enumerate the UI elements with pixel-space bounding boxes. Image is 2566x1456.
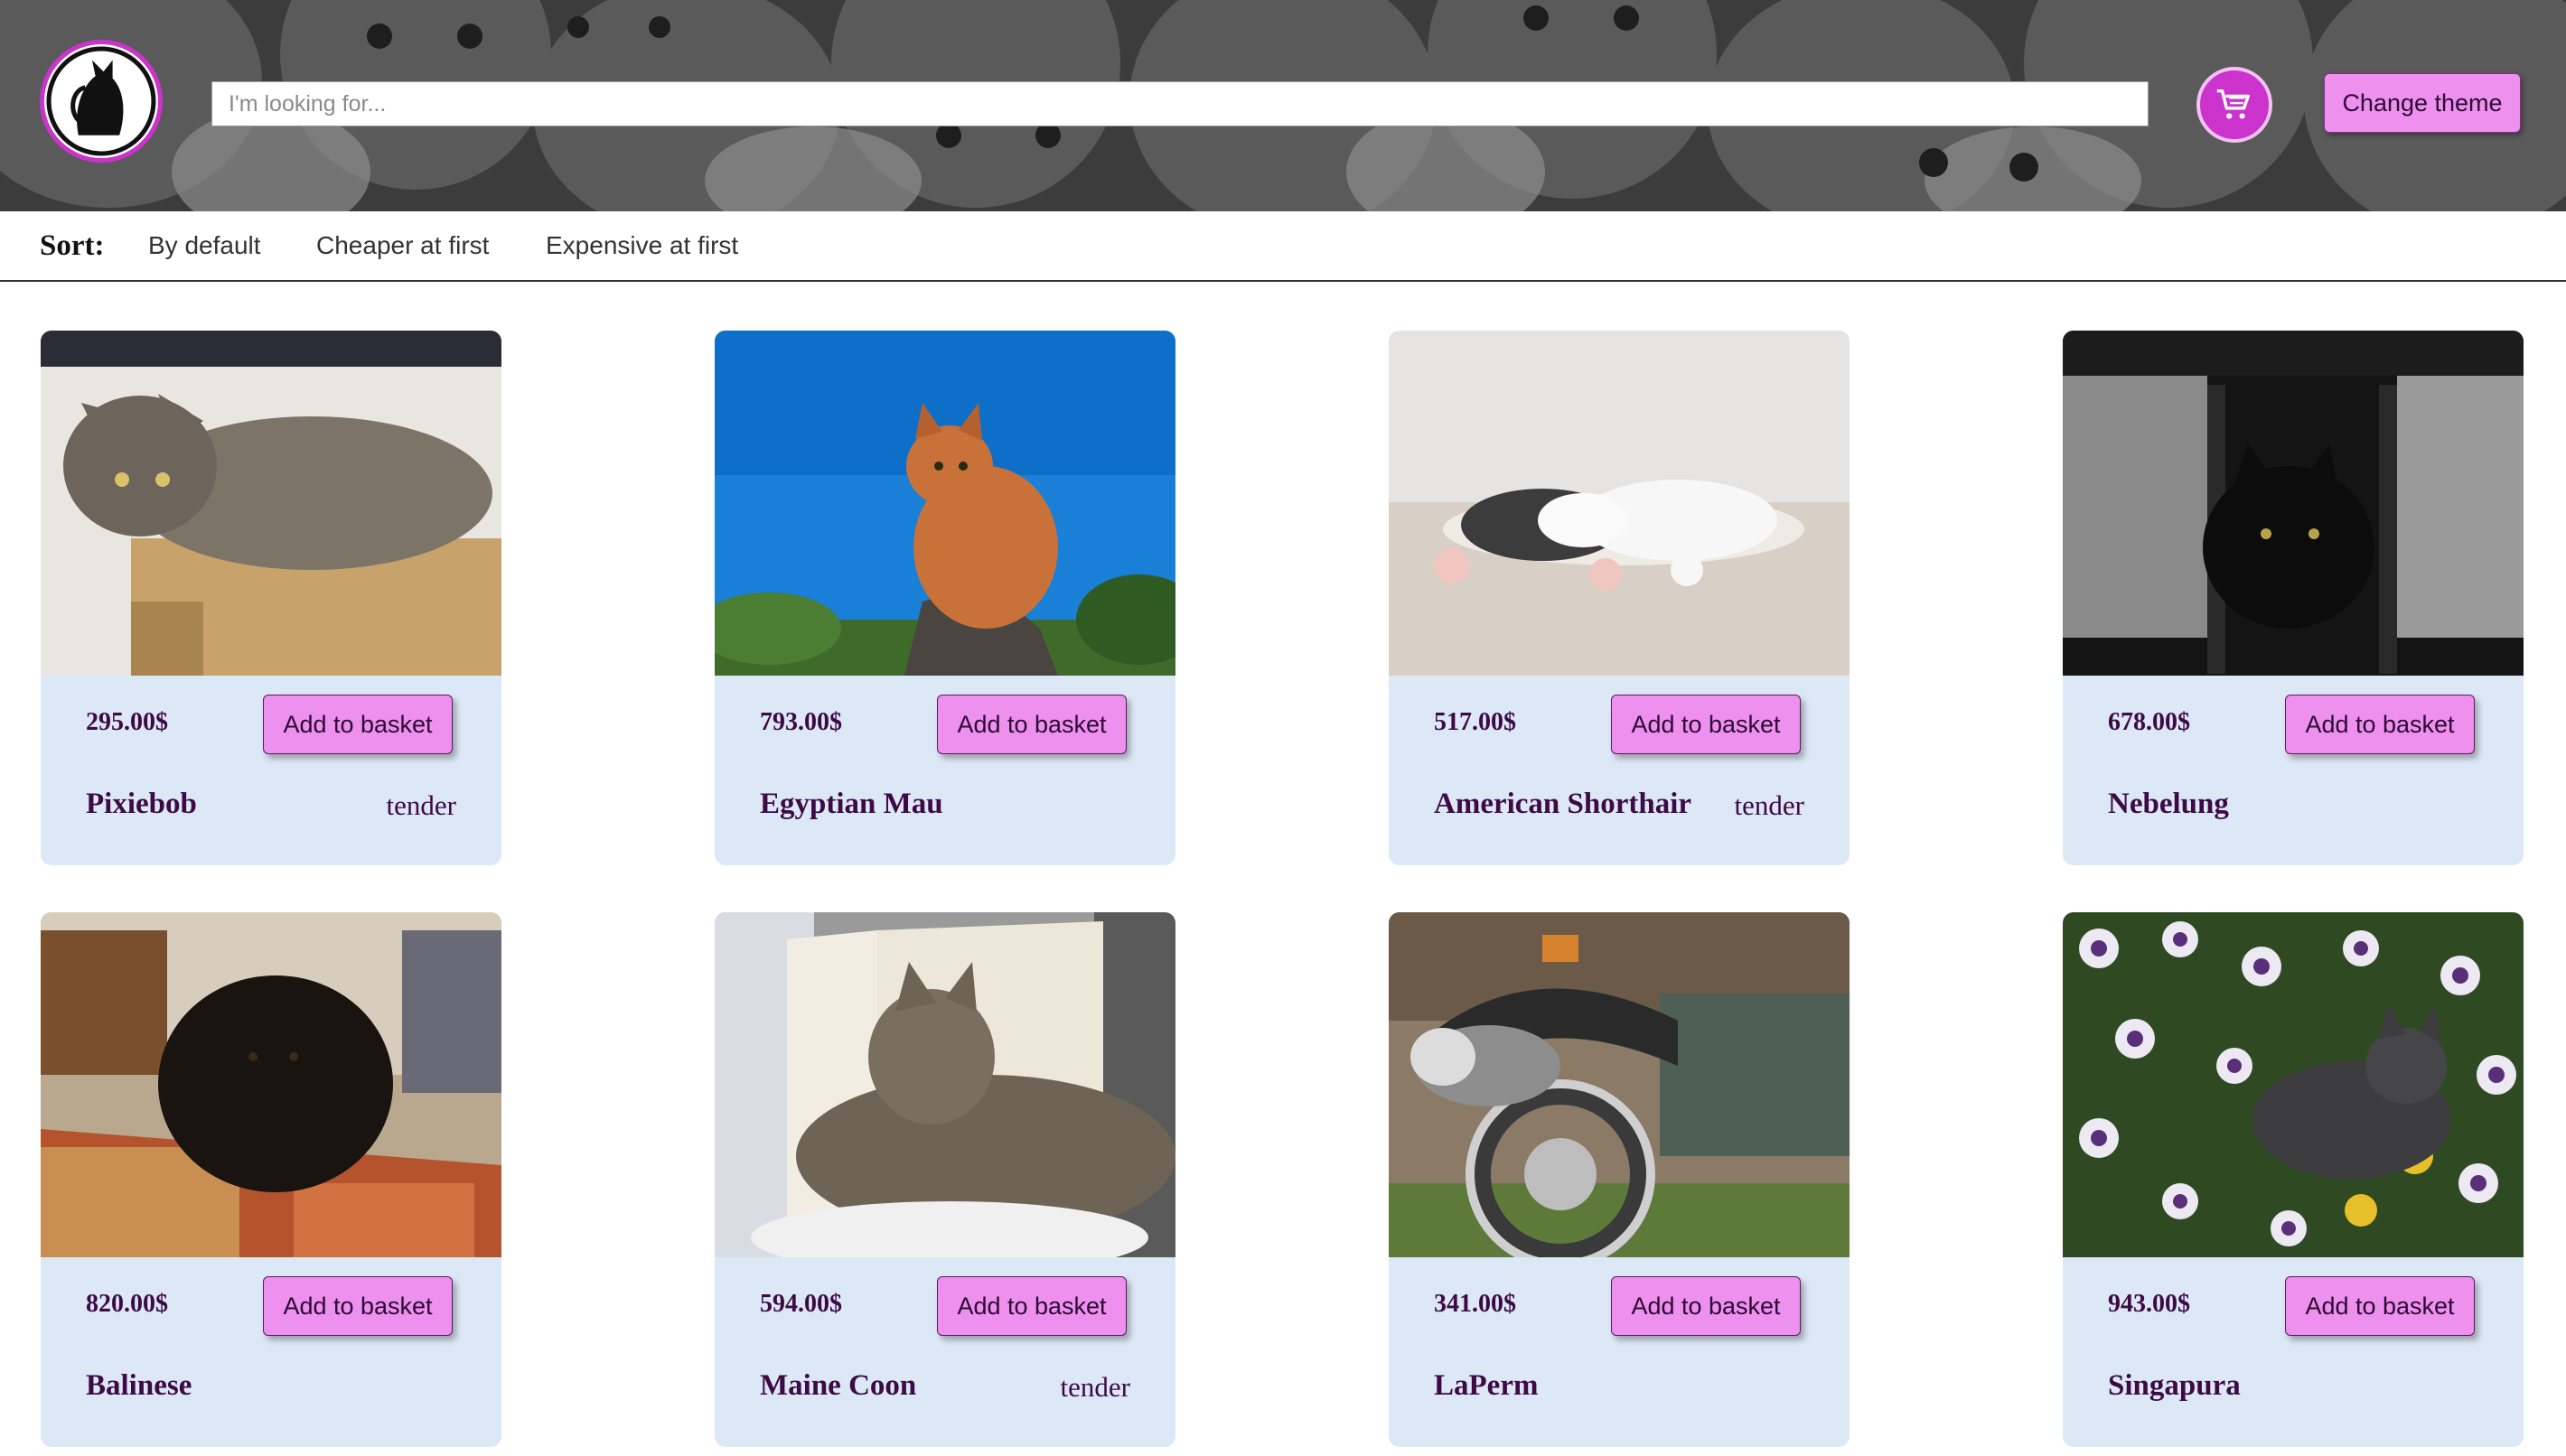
product-price: 295.00$ bbox=[86, 708, 168, 736]
add-to-basket-button[interactable]: Add to basket bbox=[1611, 1276, 1801, 1336]
product-card: 295.00$ Add to basket Pixiebob tender bbox=[41, 331, 501, 865]
header: Change theme bbox=[0, 0, 2566, 211]
product-price: 594.00$ bbox=[760, 1290, 842, 1318]
product-card: 341.00$ Add to basket LaPerm bbox=[1389, 912, 1850, 1447]
product-trait: tender bbox=[1060, 1371, 1130, 1403]
add-to-basket-button[interactable]: Add to basket bbox=[937, 1276, 1127, 1336]
add-to-basket-button[interactable]: Add to basket bbox=[937, 695, 1127, 754]
product-trait: tender bbox=[1734, 789, 1804, 821]
product-price: 678.00$ bbox=[2108, 708, 2190, 736]
sort-label: Sort: bbox=[40, 229, 105, 262]
search-input[interactable] bbox=[211, 81, 2149, 126]
product-photo bbox=[1389, 331, 1850, 676]
product-photo bbox=[715, 912, 1175, 1257]
product-card: 943.00$ Add to basket Singapura bbox=[2063, 912, 2524, 1447]
product-photo bbox=[41, 331, 501, 676]
product-card: 678.00$ Add to basket Nebelung bbox=[2063, 331, 2524, 865]
product-name: American Shorthair bbox=[1434, 788, 1692, 820]
cat-logo-icon[interactable] bbox=[40, 40, 163, 163]
product-name: Maine Coon bbox=[760, 1369, 917, 1402]
add-to-basket-button[interactable]: Add to basket bbox=[263, 1276, 453, 1336]
sort-option-cheaper[interactable]: Cheaper at first bbox=[316, 231, 489, 260]
product-name: LaPerm bbox=[1434, 1369, 1539, 1402]
product-price: 820.00$ bbox=[86, 1290, 168, 1318]
sort-option-expensive[interactable]: Expensive at first bbox=[546, 231, 738, 260]
product-photo bbox=[1389, 912, 1850, 1257]
product-card: 594.00$ Add to basket Maine Coon tender bbox=[715, 912, 1175, 1447]
product-card: 517.00$ Add to basket American Shorthair… bbox=[1389, 331, 1850, 865]
product-trait: tender bbox=[386, 789, 456, 821]
add-to-basket-button[interactable]: Add to basket bbox=[2285, 1276, 2475, 1336]
product-photo bbox=[2063, 331, 2524, 676]
product-price: 341.00$ bbox=[1434, 1290, 1516, 1318]
product-name: Balinese bbox=[86, 1369, 192, 1402]
shopping-cart-icon bbox=[2216, 89, 2251, 119]
add-to-basket-button[interactable]: Add to basket bbox=[1611, 695, 1801, 754]
add-to-basket-button[interactable]: Add to basket bbox=[2285, 695, 2475, 754]
product-price: 943.00$ bbox=[2108, 1290, 2190, 1318]
product-name: Nebelung bbox=[2108, 788, 2229, 820]
product-price: 517.00$ bbox=[1434, 708, 1516, 736]
product-name: Singapura bbox=[2108, 1369, 2241, 1402]
change-theme-button[interactable]: Change theme bbox=[2324, 73, 2521, 133]
product-name: Pixiebob bbox=[86, 788, 197, 820]
product-card: 793.00$ Add to basket Egyptian Mau bbox=[715, 331, 1175, 865]
product-photo bbox=[41, 912, 501, 1257]
product-photo bbox=[715, 331, 1175, 676]
sort-option-default[interactable]: By default bbox=[148, 231, 261, 260]
product-photo bbox=[2063, 912, 2524, 1257]
add-to-basket-button[interactable]: Add to basket bbox=[263, 695, 453, 754]
sort-bar: Sort: By default Cheaper at first Expens… bbox=[0, 211, 2566, 282]
product-name: Egyptian Mau bbox=[760, 788, 943, 820]
product-price: 793.00$ bbox=[760, 708, 842, 736]
cart-button[interactable] bbox=[2196, 67, 2272, 143]
product-card: 820.00$ Add to basket Balinese bbox=[41, 912, 501, 1447]
